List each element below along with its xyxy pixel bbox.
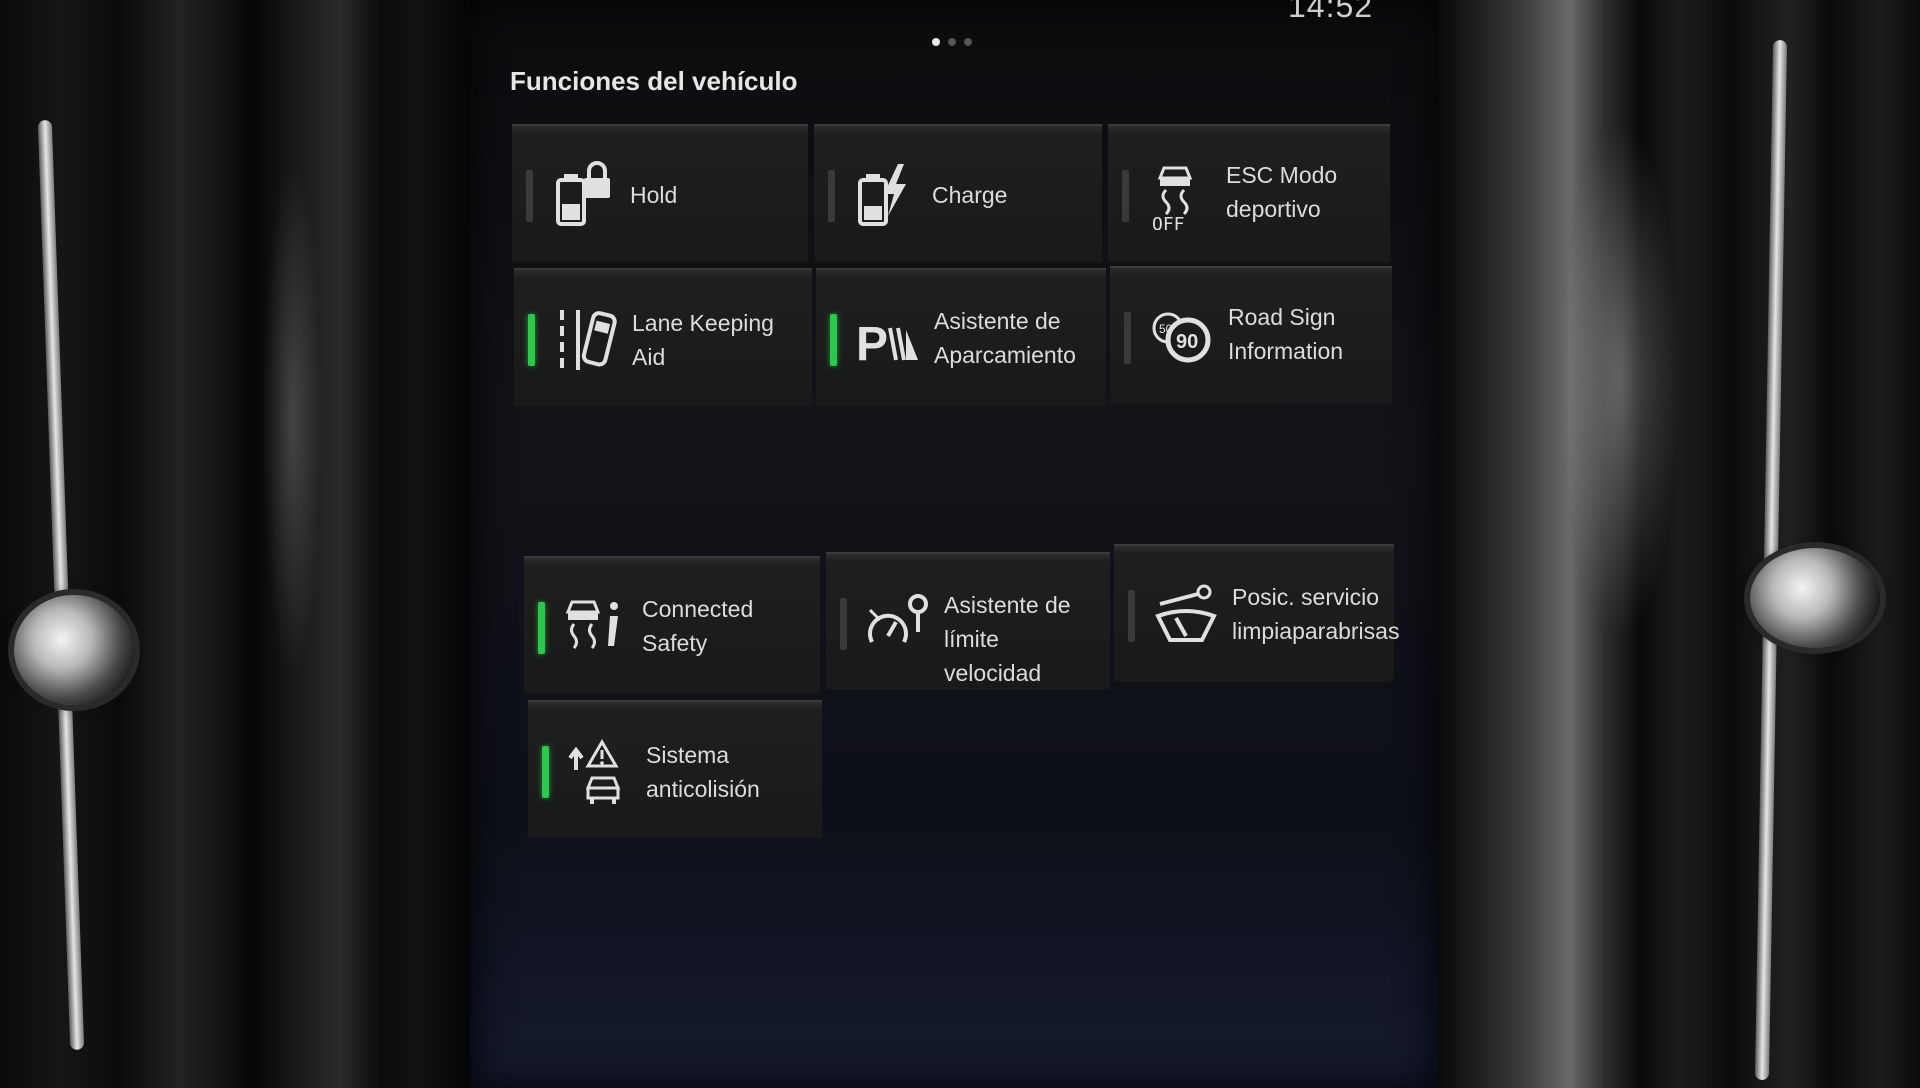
collision-avoidance-icon: [568, 739, 621, 804]
status-indicator: [542, 746, 549, 798]
tile-label-line: Sistema: [646, 742, 730, 768]
road-sign-big-value: 90: [1176, 331, 1198, 353]
tile-label: Posic. servicio limpiaparabrisas: [1232, 580, 1400, 648]
tile-connected-safety[interactable]: Connected Safety: [524, 556, 820, 694]
tile-label: Asistente de límite velocidad: [944, 588, 1102, 690]
status-indicator: [828, 170, 835, 222]
tile-label: ESC Modo deportivo: [1226, 158, 1382, 226]
status-indicator: [538, 602, 545, 654]
tile-label: Road Sign Information: [1228, 300, 1384, 368]
tile-lane-keeping[interactable]: Lane Keeping Aid: [514, 268, 812, 406]
tile-label-line: Hold: [630, 182, 678, 208]
tile-label-line: Aparcamiento: [934, 342, 1076, 368]
left-reflection: [262, 160, 322, 680]
tile-label-line: limpiaparabrisas: [1232, 618, 1400, 644]
status-indicator: [840, 598, 847, 650]
tile-label-line: Asistente de: [944, 592, 1071, 618]
park-assist-icon: P: [856, 318, 918, 371]
esc-off-icon: OFF: [1152, 166, 1193, 230]
tile-collision-avoidance[interactable]: Sistema anticolisión: [528, 700, 822, 838]
tile-label-line: Connected: [642, 596, 754, 622]
wiper-service-icon: [1155, 584, 1217, 642]
tile-label: Asistente de Aparcamiento: [934, 304, 1098, 372]
tile-label-line: anticolisión: [646, 776, 760, 802]
tile-speed-limiter[interactable]: Asistente de límite velocidad: [826, 552, 1110, 690]
tile-label-line: Safety: [642, 630, 708, 656]
tile-label-line: Charge: [932, 182, 1008, 208]
tile-label: Connected Safety: [642, 592, 812, 660]
tile-label-line: ESC Modo: [1226, 162, 1338, 188]
tile-label-line: Aid: [632, 344, 666, 370]
tile-label: Lane Keeping Aid: [632, 306, 804, 374]
esc-off-text: OFF: [1152, 214, 1185, 230]
battery-charge-icon: [858, 164, 906, 226]
right-trim-panel: [1430, 0, 1920, 1088]
tile-label-line: Information: [1228, 338, 1344, 364]
battery-lock-icon: [556, 161, 610, 226]
tile-label-line: límite velocidad: [944, 626, 1042, 686]
tile-road-sign[interactable]: 50 90 Road Sign Information: [1110, 266, 1392, 404]
status-indicator: [1124, 312, 1131, 364]
tile-wiper-service[interactable]: Posic. servicio limpiaparabrisas: [1114, 544, 1400, 682]
tile-label: Sistema anticolisión: [646, 738, 814, 806]
section-title: Funciones del vehículo: [510, 66, 798, 96]
road-sign-icon: 50 90: [1152, 312, 1211, 363]
lane-keeping-icon: [560, 310, 617, 370]
right-reflection: [1560, 120, 1680, 640]
page-dot[interactable]: [932, 38, 940, 46]
tile-label-line: Road Sign: [1228, 304, 1336, 330]
status-indicator: [528, 314, 535, 366]
car-console: 14:52 Funciones del vehículo Hold Charge: [0, 0, 1920, 1088]
status-indicator: [1122, 170, 1129, 222]
tile-label-line: Lane Keeping: [632, 310, 774, 336]
page-dot[interactable]: [948, 38, 956, 46]
tile-label-line: Asistente de: [934, 308, 1061, 334]
page-dot[interactable]: [964, 38, 972, 46]
tile-label: Hold: [630, 178, 800, 212]
tile-charge[interactable]: Charge: [814, 124, 1102, 262]
clock: 14:52: [1288, 0, 1374, 24]
connected-safety-icon: [565, 600, 618, 649]
page-indicator[interactable]: [932, 38, 972, 46]
tile-esc[interactable]: OFF ESC Modo deportivo: [1108, 124, 1390, 262]
right-vent-knob[interactable]: [1750, 548, 1880, 648]
status-indicator: [830, 314, 837, 366]
tile-park-assist[interactable]: P Asistente de Aparcamiento: [816, 268, 1106, 406]
status-indicator: [526, 170, 533, 222]
tile-label: Charge: [932, 178, 1094, 212]
park-letter: P: [856, 318, 888, 371]
tile-label-line: Posic. servicio: [1232, 584, 1379, 610]
speed-limiter-icon: [868, 594, 928, 643]
status-indicator: [1128, 590, 1135, 642]
tile-label-line: deportivo: [1226, 196, 1321, 222]
left-vent-knob[interactable]: [14, 595, 134, 705]
tile-hold[interactable]: Hold: [512, 124, 808, 262]
